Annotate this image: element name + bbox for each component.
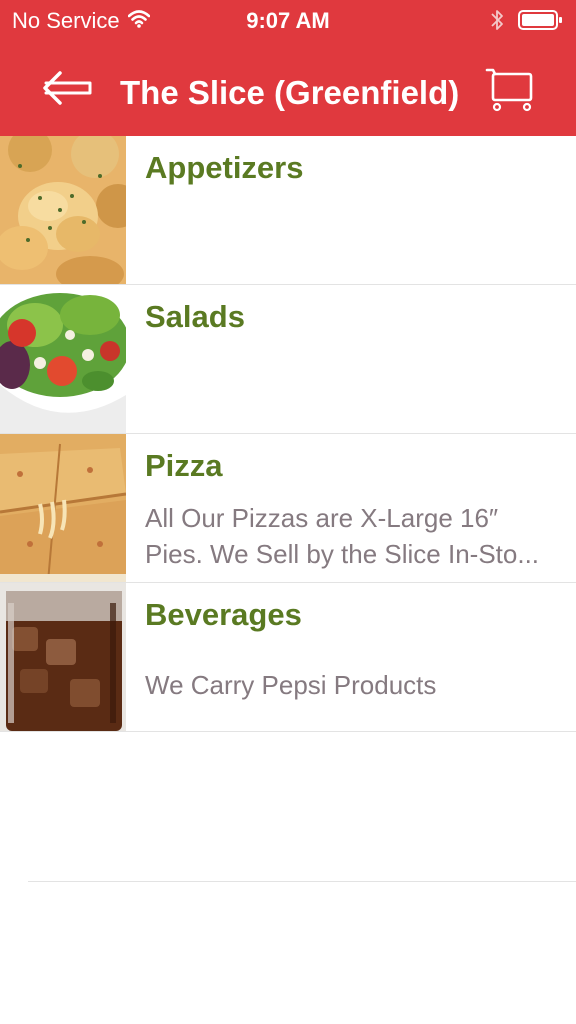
- category-description: All Our Pizzas are X-Large 16″ Pies. We …: [145, 500, 565, 572]
- empty-row-separator: [28, 881, 576, 882]
- category-title: Salads: [145, 299, 245, 334]
- cart-button[interactable]: [484, 66, 536, 116]
- category-description-line-1: All Our Pizzas are X-Large 16″: [145, 503, 499, 533]
- arrow-left-icon: [42, 70, 94, 111]
- cart-icon: [485, 66, 535, 117]
- salads-thumbnail: [0, 285, 126, 433]
- status-bar: No Service 9:07 AM: [0, 0, 576, 44]
- status-right: [490, 8, 564, 37]
- category-title: Appetizers: [145, 150, 304, 185]
- pizza-thumbnail: [0, 434, 126, 582]
- category-row-salads[interactable]: Salads: [0, 285, 576, 434]
- beverages-thumbnail: [0, 583, 126, 731]
- category-description: We Carry Pepsi Products: [145, 670, 437, 700]
- header: No Service 9:07 AM The Slice (Greenfield…: [0, 0, 576, 136]
- category-row-appetizers[interactable]: Appetizers: [0, 136, 576, 285]
- category-row-pizza[interactable]: Pizza All Our Pizzas are X-Large 16″ Pie…: [0, 434, 576, 583]
- app-screen: No Service 9:07 AM The Slice (Greenfield…: [0, 0, 576, 1024]
- page-title: The Slice (Greenfield): [120, 74, 460, 111]
- menu-category-list: Appetizers Salads Pizza All Our Pizzas a…: [0, 136, 576, 732]
- category-title: Beverages: [145, 597, 302, 632]
- bluetooth-icon: [490, 8, 504, 37]
- category-title: Pizza: [145, 448, 223, 483]
- nav-bar: The Slice (Greenfield): [0, 44, 576, 136]
- category-row-beverages[interactable]: Beverages We Carry Pepsi Products: [0, 583, 576, 732]
- appetizers-thumbnail: [0, 136, 126, 284]
- back-button[interactable]: [40, 70, 96, 110]
- battery-icon: [518, 9, 564, 36]
- category-description-line-2: Pies. We Sell by the Slice In-Sto...: [145, 539, 540, 569]
